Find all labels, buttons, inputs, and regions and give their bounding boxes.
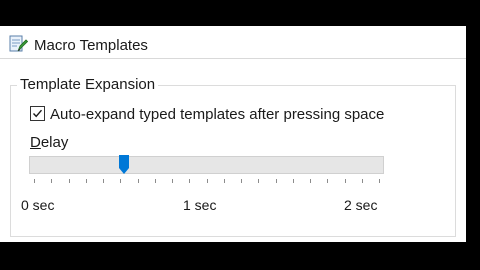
delay-label-rest: elay [40,134,69,151]
macro-templates-window: Macro Templates Template Expansion Auto-… [0,26,466,242]
title-divider [0,58,466,59]
slider-tick [103,179,104,183]
slider-tick [51,179,52,183]
delay-mnemonic: D [30,134,41,151]
slider-tick [138,179,139,183]
slider-tick [69,179,70,183]
delay-label: Delay [30,134,68,151]
slider-tick [189,179,190,183]
title-bar: Macro Templates [0,26,466,56]
slider-tick [327,179,328,183]
auto-expand-label[interactable]: Auto-expand typed templates after pressi… [50,106,384,123]
slider-tick [345,179,346,183]
group-title: Template Expansion [17,76,159,93]
delay-slider-track[interactable] [29,156,384,174]
delay-slider-thumb[interactable] [118,155,129,174]
slider-tick [224,179,225,183]
slider-tick [276,179,277,183]
slider-tick [34,179,35,183]
slider-tick [155,179,156,183]
tick-label-2-sec: 2 sec [344,197,378,213]
document-pencil-icon [9,35,28,52]
slider-tick [310,179,311,183]
window-title: Macro Templates [34,37,148,54]
auto-expand-checkbox[interactable] [30,106,45,121]
slider-tick [241,179,242,183]
slider-tick [86,179,87,183]
tick-label-0-sec: 0 sec [21,197,55,213]
slider-tick [258,179,259,183]
slider-tick [379,179,380,183]
checkmark-icon [32,109,43,118]
slider-tick [172,179,173,183]
slider-tick [207,179,208,183]
slider-tick [293,179,294,183]
slider-tick [362,179,363,183]
tick-label-1-sec: 1 sec [183,197,217,213]
slider-tick [120,179,121,183]
